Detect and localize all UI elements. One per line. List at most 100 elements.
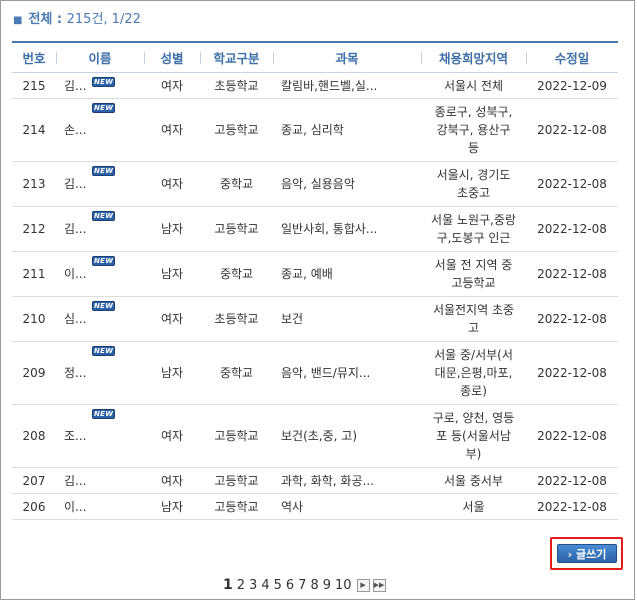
new-badge-icon: NEW bbox=[92, 301, 116, 311]
row-number-text: 213 bbox=[22, 177, 46, 191]
table-row[interactable]: 212 김... NEW 남자 고등학교 일반사회, 통합사... 서울 노원구,중랑구,도… bbox=[12, 206, 618, 252]
pagination: 1 2 3 4 5 6 7 8 9 10 ▶ ▶▶ bbox=[221, 577, 386, 593]
row-number-text: 211 bbox=[22, 267, 46, 281]
region-line: 서울 노원구,중랑 bbox=[431, 213, 516, 227]
row-number: 215 bbox=[12, 72, 56, 99]
new-badge-icon: NEW bbox=[92, 256, 116, 266]
page-link[interactable]: 9 bbox=[323, 578, 331, 593]
row-gender: 여자 bbox=[144, 161, 200, 207]
row-number-text: 215 bbox=[22, 78, 46, 93]
region-line: 고등학교 bbox=[451, 276, 496, 290]
column-header: 이름 bbox=[56, 41, 144, 73]
row-name[interactable]: 정... NEW bbox=[56, 341, 144, 405]
page-link[interactable]: 6 bbox=[286, 578, 294, 593]
write-button-highlight: › 글쓰기 bbox=[550, 537, 623, 570]
row-name[interactable]: 조... NEW bbox=[56, 404, 144, 468]
summary-total: 215건, 1/22 bbox=[66, 12, 141, 27]
row-date: 2022-12-08 bbox=[526, 404, 618, 468]
row-name-text: 김... bbox=[64, 78, 87, 93]
row-gender-text: 남자 bbox=[160, 222, 184, 236]
row-name[interactable]: 심... NEW bbox=[56, 296, 144, 342]
region-line: 대문,은평,마포, bbox=[434, 366, 513, 380]
row-name[interactable]: 손... NEW bbox=[56, 98, 144, 162]
row-date-text: 2022-12-08 bbox=[537, 366, 607, 380]
row-name[interactable]: 김... NEW bbox=[56, 206, 144, 252]
row-date-text: 2022-12-08 bbox=[537, 499, 607, 514]
row-number: 214 bbox=[12, 98, 56, 162]
last-page-icon[interactable]: ▶▶ bbox=[372, 578, 386, 592]
row-gender: 여자 bbox=[144, 98, 200, 162]
row-subject: 보건(초,중, 고) bbox=[273, 404, 421, 468]
row-number-text: 210 bbox=[22, 312, 46, 326]
row-name[interactable]: 김... NEW bbox=[56, 72, 144, 99]
table-row[interactable]: 211 이... NEW 남자 중학교 종교, 예배 서울 전 지역 중 고등학교 2022-1… bbox=[12, 251, 618, 297]
row-number: 209 bbox=[12, 341, 56, 405]
region-line: 서울시 전체 bbox=[443, 78, 503, 93]
row-school-text: 중학교 bbox=[219, 177, 254, 191]
row-name-text: 조... bbox=[64, 429, 87, 443]
row-school-text: 중학교 bbox=[219, 366, 254, 380]
row-school: 고등학교 bbox=[200, 206, 273, 252]
row-date-text: 2022-12-08 bbox=[537, 222, 607, 236]
row-gender: 여자 bbox=[144, 467, 200, 494]
region-line: 서울시, 경기도 bbox=[436, 168, 511, 182]
row-date-text: 2022-12-08 bbox=[537, 429, 607, 443]
row-school: 중학교 bbox=[200, 161, 273, 207]
table-row[interactable]: 213 김... NEW 여자 중학교 음악, 실용음악 서울시, 경기도 초중고 2022-1… bbox=[12, 161, 618, 207]
write-button[interactable]: › 글쓰기 bbox=[557, 544, 617, 563]
page-link[interactable]: 4 bbox=[261, 578, 269, 593]
row-gender-text: 여자 bbox=[160, 473, 184, 488]
region-line: 구,도봉구 인근 bbox=[436, 231, 511, 245]
row-date-text: 2022-12-08 bbox=[537, 177, 607, 191]
row-number: 212 bbox=[12, 206, 56, 252]
row-number: 206 bbox=[12, 493, 56, 520]
row-school: 고등학교 bbox=[200, 467, 273, 494]
row-number-text: 208 bbox=[22, 429, 46, 443]
row-date: 2022-12-08 bbox=[526, 296, 618, 342]
page-link[interactable]: 3 bbox=[249, 578, 257, 593]
table-row[interactable]: 206 이... 남자 고등학교 역사 서울 2022-12-08 bbox=[12, 493, 618, 520]
row-name-text: 이... bbox=[64, 267, 87, 281]
page-link[interactable]: 8 bbox=[310, 578, 318, 593]
row-subject-text: 칼림바,핸드벨,실... bbox=[281, 78, 378, 93]
row-school: 초등학교 bbox=[200, 296, 273, 342]
row-region: 종로구, 성북구, 강북구, 용산구 등 bbox=[421, 98, 526, 162]
region-line: 서울 중/서부(서 bbox=[434, 348, 513, 362]
table-row[interactable]: 207 김... 여자 고등학교 과학, 화학, 화공... 서울 중서부 2022-12-… bbox=[12, 467, 618, 494]
page-link[interactable]: 1 bbox=[223, 577, 233, 593]
table-row[interactable]: 214 손... NEW 여자 고등학교 종교, 심리학 종로구, 성북구, 강북구, 용산구… bbox=[12, 98, 618, 162]
row-subject: 일반사회, 통합사... bbox=[273, 206, 421, 252]
page-link[interactable]: 7 bbox=[298, 578, 306, 593]
new-badge-icon: NEW bbox=[92, 346, 116, 356]
row-school-text: 초등학교 bbox=[214, 78, 259, 93]
region-line: 서울 bbox=[462, 499, 485, 514]
row-date: 2022-12-08 bbox=[526, 493, 618, 520]
row-subject-text: 음악, 실용음악 bbox=[281, 177, 355, 191]
column-header: 성별 bbox=[144, 41, 200, 73]
row-subject-text: 종교, 예배 bbox=[281, 267, 333, 281]
page-link[interactable]: 5 bbox=[274, 578, 282, 593]
page-link[interactable]: 2 bbox=[237, 578, 245, 593]
row-name[interactable]: 김... bbox=[56, 467, 144, 494]
row-subject-text: 종교, 심리학 bbox=[281, 123, 344, 137]
new-badge-icon: NEW bbox=[92, 103, 116, 113]
row-date-text: 2022-12-08 bbox=[537, 312, 607, 326]
page-link[interactable]: 10 bbox=[335, 578, 352, 593]
table-row[interactable]: 208 조... NEW 여자 고등학교 보건(초,중, 고) 구로, 양천, 영등 포 등(… bbox=[12, 404, 618, 468]
table-row[interactable]: 215 김... NEW 여자 초등학교 칼림바,핸드벨,실... 서울시 전체 2022-1… bbox=[12, 72, 618, 99]
row-school: 중학교 bbox=[200, 251, 273, 297]
row-date: 2022-12-09 bbox=[526, 72, 618, 99]
column-header: 과목 bbox=[273, 41, 421, 73]
region-line: 서울 중서부 bbox=[443, 473, 503, 488]
row-name[interactable]: 이... bbox=[56, 493, 144, 520]
column-header: 수정일 bbox=[526, 41, 618, 73]
row-name[interactable]: 김... NEW bbox=[56, 161, 144, 207]
row-name[interactable]: 이... NEW bbox=[56, 251, 144, 297]
row-gender-text: 여자 bbox=[160, 312, 184, 326]
table-row[interactable]: 209 정... NEW 남자 중학교 음악, 밴드/뮤지... 서울 중/서부(서 대문,은… bbox=[12, 341, 618, 405]
next-page-icon[interactable]: ▶ bbox=[356, 578, 370, 592]
table-row[interactable]: 210 심... NEW 여자 초등학교 보건 서울전지역 초중 고 2022-12-08 bbox=[12, 296, 618, 342]
row-gender: 남자 bbox=[144, 493, 200, 520]
new-badge-icon: NEW bbox=[92, 211, 116, 221]
row-subject: 종교, 예배 bbox=[273, 251, 421, 297]
